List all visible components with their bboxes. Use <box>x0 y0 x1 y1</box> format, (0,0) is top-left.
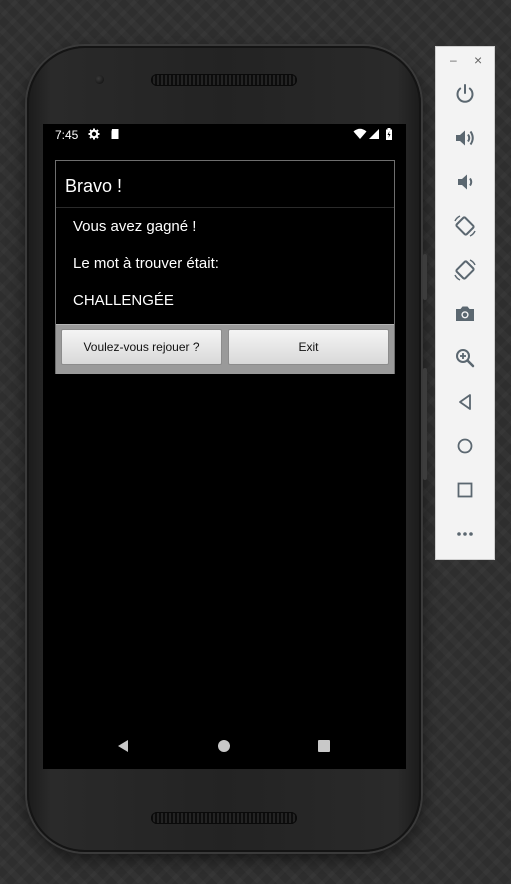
phone-power-button <box>423 368 427 480</box>
phone-screen: 7:45 Bravo ! Vous avez gagné ! Le mot à … <box>43 124 406 769</box>
settings-gear-icon <box>88 128 100 140</box>
sd-card-icon <box>111 129 119 139</box>
dialog-title: Bravo ! <box>65 176 123 196</box>
camera-icon[interactable] <box>453 302 477 326</box>
more-icon[interactable] <box>453 522 477 546</box>
front-camera <box>95 75 104 84</box>
close-button[interactable]: × <box>474 53 482 67</box>
signal-icon <box>369 129 379 139</box>
back-icon[interactable] <box>453 390 477 414</box>
wifi-icon <box>353 128 367 139</box>
power-icon[interactable] <box>453 82 477 106</box>
nav-back-icon[interactable] <box>115 738 131 754</box>
dialog-message-line: Le mot à trouver était: <box>73 255 219 272</box>
secret-word: CHALLENGÉE <box>73 292 174 309</box>
replay-button[interactable]: Voulez-vous rejouer ? <box>61 329 222 365</box>
top-speaker <box>151 74 297 86</box>
zoom-icon[interactable] <box>453 346 477 370</box>
status-time: 7:45 <box>55 128 79 142</box>
volume-down-icon[interactable] <box>453 170 477 194</box>
nav-home-icon[interactable] <box>216 738 232 754</box>
home-icon[interactable] <box>453 434 477 458</box>
overview-icon[interactable] <box>453 478 477 502</box>
rotate-right-icon[interactable] <box>453 258 477 282</box>
minimize-button[interactable]: – <box>450 53 457 67</box>
phone-volume-button <box>423 254 427 300</box>
status-bar: 7:45 <box>43 124 406 146</box>
battery-icon <box>386 128 392 140</box>
rotate-left-icon[interactable] <box>453 214 477 238</box>
bottom-speaker <box>151 812 297 824</box>
dialog-divider <box>56 207 394 208</box>
dialog-message-line: Vous avez gagné ! <box>73 218 197 235</box>
nav-overview-icon[interactable] <box>316 738 332 754</box>
volume-up-icon[interactable] <box>453 126 477 150</box>
exit-button[interactable]: Exit <box>228 329 389 365</box>
emulator-toolbar: – × <box>435 46 495 560</box>
dialog-button-bar: Voulez-vous rejouer ? Exit <box>56 324 394 374</box>
result-dialog: Bravo ! Vous avez gagné ! Le mot à trouv… <box>55 160 395 374</box>
